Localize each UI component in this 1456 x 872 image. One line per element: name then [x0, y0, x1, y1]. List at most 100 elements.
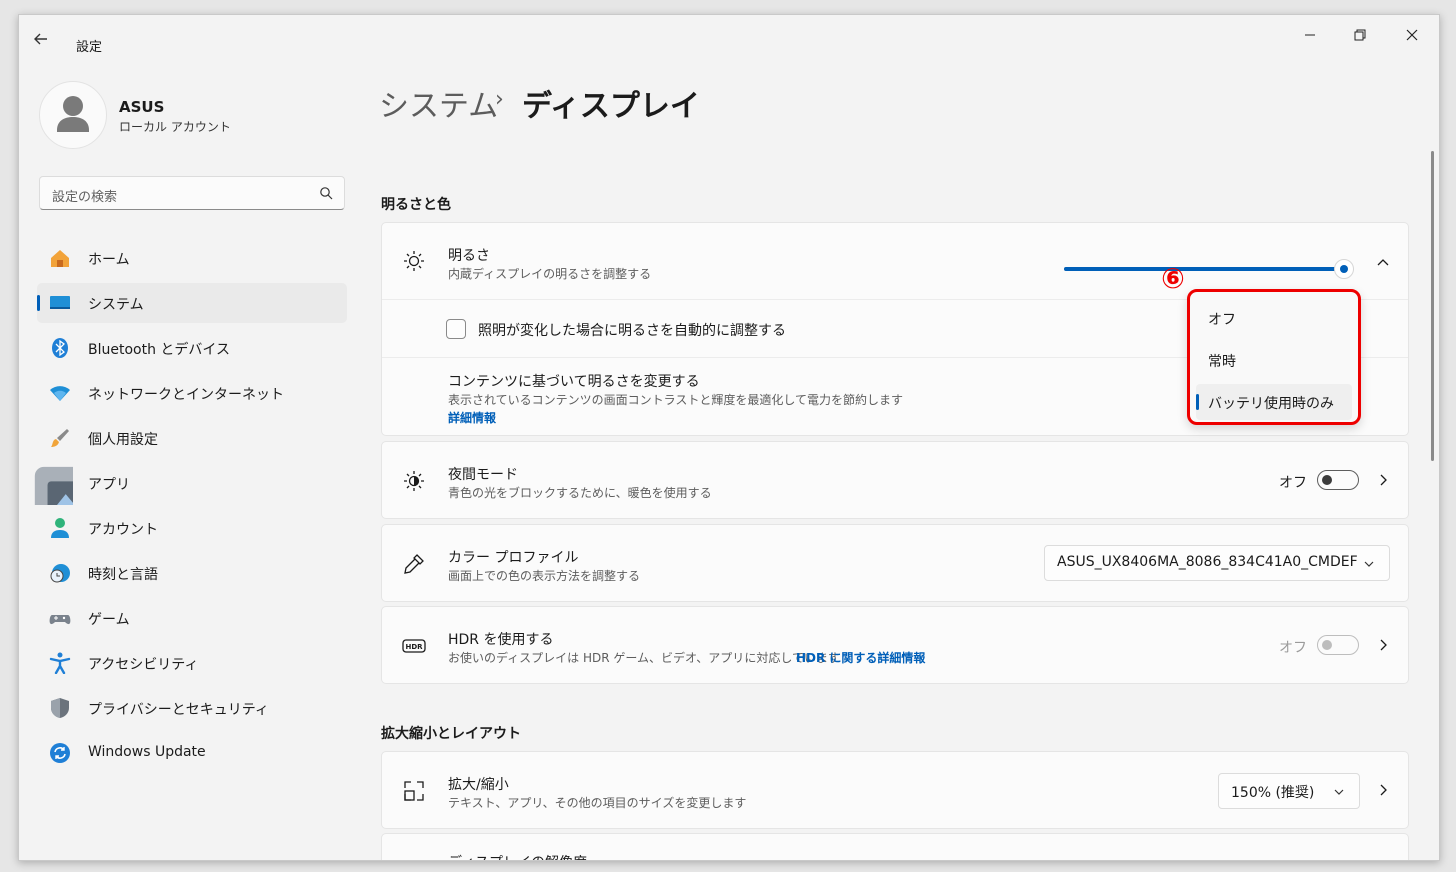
auto-brightness-label: 照明が変化した場合に明るさを自動的に調整する — [478, 323, 786, 339]
sidebar-item-label: プライバシーとセキュリティ — [88, 702, 269, 718]
sidebar-item-system[interactable]: システム — [37, 283, 347, 323]
brightness-title: 明るさ — [448, 248, 490, 264]
flyout-option-label: バッテリ使用時のみ — [1208, 396, 1334, 412]
scale-card[interactable]: 拡大/縮小 テキスト、アプリ、その他の項目のサイズを変更します 150% (推奨… — [381, 751, 1409, 829]
page-title: ディスプレイ — [522, 89, 700, 124]
learn-more-link[interactable]: 詳細情報 — [448, 409, 496, 426]
night-light-card[interactable]: 夜間モード 青色の光をブロックするために、暖色を使用する オフ — [381, 441, 1409, 519]
sidebar-item-label: 時刻と言語 — [88, 567, 158, 583]
app-title: 設定 — [76, 40, 103, 55]
scale-dropdown[interactable]: 150% (推奨) — [1218, 773, 1360, 809]
scrollbar[interactable] — [1431, 151, 1434, 461]
account-icon — [51, 518, 69, 538]
user-name: ASUS — [119, 98, 165, 116]
night-light-toggle[interactable] — [1317, 470, 1359, 490]
sidebar-item-accounts[interactable]: アカウント — [37, 508, 347, 548]
sidebar-item-label: ホーム — [88, 252, 130, 268]
sidebar-item-label: ゲーム — [88, 612, 130, 628]
slider-fill — [1064, 267, 1344, 271]
restore-icon — [1354, 29, 1366, 41]
system-icon — [50, 296, 70, 309]
scale-title: 拡大/縮小 — [448, 777, 509, 793]
accessibility-icon — [49, 652, 71, 674]
sidebar-item-label: システム — [88, 297, 144, 313]
sidebar-item-bluetooth[interactable]: Bluetooth とデバイス — [37, 328, 347, 368]
sidebar-item-windows-update[interactable]: Windows Update — [37, 733, 347, 773]
restore-button[interactable] — [1337, 21, 1383, 49]
color-profile-title: カラー プロファイル — [448, 550, 579, 566]
night-light-state: オフ — [1279, 475, 1307, 491]
search-placeholder: 設定の検索 — [52, 190, 118, 205]
apps-icon — [34, 466, 73, 505]
content-adaptive-desc: 表示されているコンテンツの画面コントラストと輝度を最適化して電力を節約します — [448, 393, 904, 407]
settings-window: 設定 ASUS ローカル アカウント 設定の検索 ホーム システム Blueto… — [18, 14, 1440, 861]
chevron-up-icon[interactable] — [1376, 256, 1390, 270]
color-profile-card: カラー プロファイル 画面上での色の表示方法を調整する ASUS_UX8406M… — [381, 524, 1409, 602]
sidebar-item-home[interactable]: ホーム — [37, 238, 347, 278]
sidebar-item-label: アカウント — [88, 522, 158, 538]
minimize-icon — [1305, 34, 1315, 36]
hdr-icon: HDR — [402, 639, 426, 653]
resolution-card[interactable]: ディスプレイの解像度 — [381, 833, 1409, 860]
user-icon — [57, 96, 89, 132]
account-type: ローカル アカウント — [119, 120, 231, 134]
svg-text:HDR: HDR — [405, 643, 423, 651]
sidebar-item-gaming[interactable]: ゲーム — [37, 598, 347, 638]
chevron-down-icon — [1364, 561, 1374, 567]
brightness-slider[interactable] — [1064, 259, 1354, 279]
sidebar-item-label: Windows Update — [88, 744, 206, 760]
hdr-card[interactable]: HDR HDR を使用する お使いのディスプレイは HDR ゲーム、ビデオ、アプ… — [381, 606, 1409, 684]
sidebar-item-accessibility[interactable]: アクセシビリティ — [37, 643, 347, 683]
brightness-desc: 内蔵ディスプレイの明るさを調整する — [448, 267, 652, 281]
flyout-option-off[interactable]: オフ — [1196, 300, 1352, 336]
sidebar-item-network[interactable]: ネットワークとインターネット — [37, 373, 347, 413]
night-light-icon — [404, 471, 424, 491]
sidebar-item-apps[interactable]: アプリ — [34, 463, 347, 505]
hdr-learn-more-link[interactable]: HDR に関する詳細情報 — [796, 649, 925, 666]
selection-indicator — [37, 295, 40, 311]
chevron-right-icon[interactable] — [1376, 638, 1390, 652]
wifi-icon — [50, 386, 70, 401]
minimize-button[interactable] — [1287, 21, 1333, 49]
slider-thumb[interactable] — [1334, 259, 1354, 279]
hdr-title: HDR を使用する — [448, 632, 554, 648]
flyout-option-battery-only[interactable]: バッテリ使用時のみ — [1196, 384, 1352, 420]
flyout-option-label: 常時 — [1208, 354, 1236, 370]
bluetooth-icon — [52, 338, 68, 358]
sidebar-item-label: アクセシビリティ — [88, 657, 199, 673]
hdr-desc: お使いのディスプレイは HDR ゲーム、ビデオ、アプリに対応しています — [448, 651, 840, 665]
search-box[interactable]: 設定の検索 — [39, 176, 345, 210]
chevron-right-icon[interactable] — [1376, 783, 1390, 797]
eyedropper-icon — [404, 554, 424, 574]
flyout-option-label: オフ — [1208, 312, 1236, 328]
flyout-option-always[interactable]: 常時 — [1196, 342, 1352, 378]
sidebar-item-label: ネットワークとインターネット — [88, 387, 284, 403]
sidebar-item-label: Bluetooth とデバイス — [88, 342, 230, 358]
color-profile-dropdown[interactable]: ASUS_UX8406MA_8086_834C41A0_CMDEF — [1044, 545, 1390, 581]
hdr-state: オフ — [1279, 640, 1307, 656]
hdr-toggle[interactable] — [1317, 635, 1359, 655]
avatar[interactable] — [39, 81, 107, 149]
auto-brightness-checkbox[interactable] — [446, 319, 466, 339]
night-light-title: 夜間モード — [448, 467, 518, 483]
close-button[interactable] — [1389, 21, 1435, 49]
breadcrumb-separator: › — [495, 87, 504, 112]
content-adaptive-title: コンテンツに基づいて明るさを変更する — [448, 374, 700, 390]
annotation-marker: ⑥ — [1161, 262, 1185, 295]
home-icon — [51, 250, 69, 267]
sidebar-item-time-language[interactable]: 時刻と言語 — [37, 553, 347, 593]
close-icon — [1406, 29, 1418, 41]
globe-clock-icon — [50, 564, 70, 583]
scale-desc: テキスト、アプリ、その他の項目のサイズを変更します — [448, 796, 747, 810]
sidebar-item-privacy[interactable]: プライバシーとセキュリティ — [37, 688, 347, 728]
back-button[interactable] — [33, 31, 53, 51]
resolution-title: ディスプレイの解像度 — [448, 852, 587, 860]
breadcrumb-parent[interactable]: システム — [379, 81, 498, 125]
chevron-right-icon[interactable] — [1376, 473, 1390, 487]
paintbrush-icon — [51, 429, 69, 447]
section-heading: 明るさと色 — [381, 197, 451, 213]
sidebar-item-personalization[interactable]: 個人用設定 — [37, 418, 347, 458]
search-icon — [320, 187, 333, 200]
windows-update-icon — [50, 743, 70, 763]
sidebar-item-label: 個人用設定 — [88, 432, 158, 448]
